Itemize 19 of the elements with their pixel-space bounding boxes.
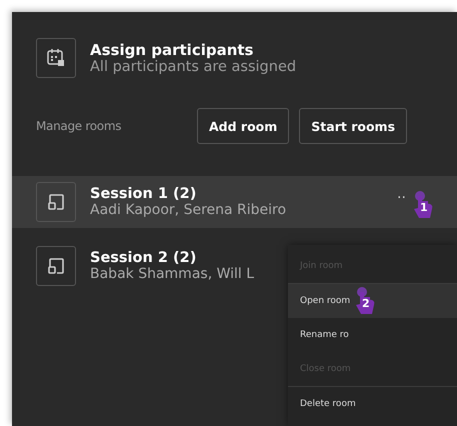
section-subtitle: All participants are assigned xyxy=(90,59,296,75)
menu-item[interactable]: Delete room xyxy=(288,387,457,421)
room-button[interactable]: Start rooms xyxy=(299,108,408,144)
section-title: Assign participants xyxy=(90,41,254,59)
participant-names: Babak Shammas, Will L xyxy=(90,266,254,282)
room-icon xyxy=(36,182,76,222)
room-row[interactable]: Session 1 (2) Aadi Kapoor, Serena Ribeiro ·· 1 xyxy=(12,176,457,228)
manage-label: Manage rooms xyxy=(36,119,122,133)
room-name: Session 2 (2) xyxy=(90,250,198,266)
calendar-icon xyxy=(36,38,76,78)
step-number: 2 xyxy=(362,297,370,310)
room-button[interactable]: Add room xyxy=(197,108,290,144)
menu-item[interactable]: Rename ro xyxy=(288,318,457,352)
menu-item[interactable]: Open room 2 xyxy=(288,284,457,318)
room-icon xyxy=(36,246,76,286)
more-options-button[interactable]: ·· xyxy=(397,190,406,206)
room-name: Session 1 (2) xyxy=(90,186,198,202)
step-number: 1 xyxy=(420,201,428,214)
participant-names: Aadi Kapoor, Serena Ribeiro xyxy=(90,202,286,218)
